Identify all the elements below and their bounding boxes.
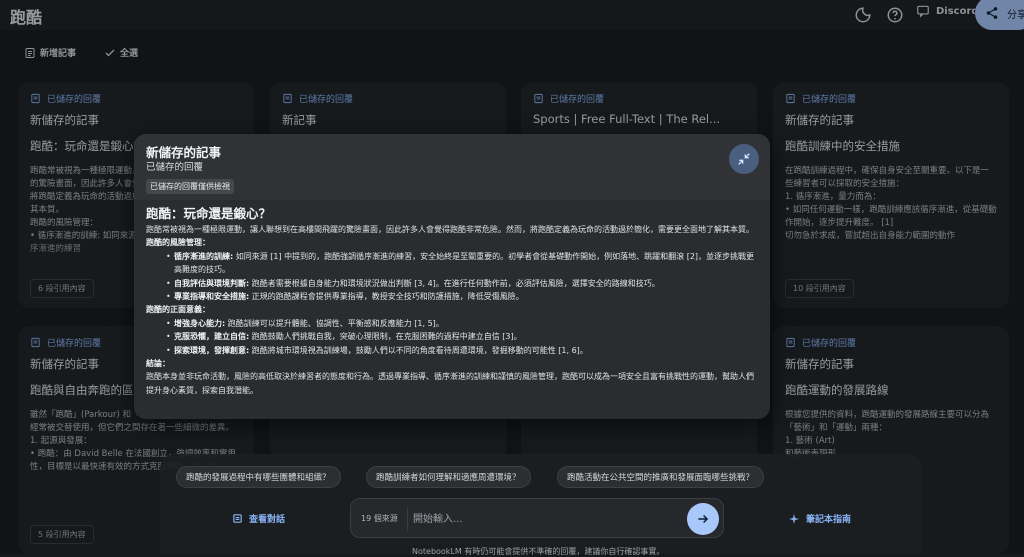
risk-section-heading: 跑酷的風險管理： [146, 238, 210, 248]
suggested-question[interactable]: 跑酷訓練者如何理解和適應周遭環境？ [366, 466, 531, 488]
note-viewer-modal: 新儲存的記事 已儲存的回覆 已儲存的回覆僅供檢視 跑酷：玩命還是鍛心？ 跑酷常被… [134, 134, 770, 419]
chat-input-box: 19 個來源 [350, 498, 724, 538]
view-chat-button[interactable]: 查看對話 [232, 512, 285, 525]
list-item: 探索環境，發揮創意: 跑酷將城市環境視為訓練場，鼓勵人們以不同的角度看待周遭環境… [146, 344, 758, 358]
collapse-button[interactable] [729, 144, 759, 174]
list-item: 專業指導和安全措施: 正規的跑酷課程會提供專業指導，教授安全技巧和防護措施，降低… [146, 290, 758, 304]
suggested-question[interactable]: 跑酷的發展過程中有哪些團體和組織？ [176, 466, 341, 488]
suggested-question[interactable]: 跑酷活動在公共空間的推廣和發展面臨哪些挑戰？ [557, 466, 765, 488]
collapse-icon [738, 153, 750, 165]
list-item: 循序漸進的訓練: 如同來源 [1] 中提到的，跑酷強調循序漸進的練習，安全始終是… [146, 250, 758, 277]
source-count: 19 個來源 [361, 514, 398, 523]
list-item: 克服恐懼，建立自信: 跑酷鼓勵人們挑戰自我，突破心理限制，在克服困難的過程中建立… [146, 330, 758, 344]
positive-list: 增強身心能力: 跑酷訓練可以提升體能、協調性、平衡感和反應能力 [1, 5]。 … [146, 317, 758, 358]
note-heading: 跑酷：玩命還是鍛心？ [146, 206, 272, 221]
conclusion-text: 跑酷本身並非玩命活動，風險的高低取決於練習者的態度和行為。透過專業指導、循序漸進… [146, 372, 754, 395]
send-button[interactable] [687, 503, 719, 535]
risk-list: 循序漸進的訓練: 如同來源 [1] 中提到的，跑酷強調循序漸進的練習，安全始終是… [146, 250, 758, 304]
modal-content: 跑酷：玩命還是鍛心？ 跑酷常被視為一種極限運動，讓人聯想到在高樓間飛躍的驚險畫面… [146, 206, 758, 397]
notebook-guide-label: 筆記本指南 [806, 515, 852, 525]
disclaimer-text: NotebookLM 有時仍可能會提供不準確的回覆，建議你自行確認事實。 [412, 547, 665, 556]
conclusion-heading: 結論： [146, 359, 170, 369]
modal-subtitle: 已儲存的回覆 [146, 162, 204, 173]
view-only-badge: 已儲存的回覆僅供檢視 [146, 179, 234, 194]
chat-input[interactable] [413, 509, 673, 529]
note-intro: 跑酷常被視為一種極限運動，讓人聯想到在高樓間飛躍的驚險畫面，因此許多人會覺得跑酷… [146, 225, 754, 234]
modal-header: 新儲存的記事 已儲存的回覆 已儲存的回覆僅供檢視 [134, 134, 770, 200]
divider [407, 507, 408, 531]
sparkle-icon [789, 513, 799, 524]
list-item: 自我評估與環境判斷: 跑酷者需要根據自身能力和環境狀況做出判斷 [3, 4]。在… [146, 277, 758, 291]
notebook-guide-button[interactable]: 筆記本指南 [788, 512, 851, 525]
list-item: 增強身心能力: 跑酷訓練可以提升體能、協調性、平衡感和反應能力 [1, 5]。 [146, 317, 758, 331]
arrow-right-icon [698, 514, 709, 524]
chat-list-icon [233, 514, 242, 523]
view-chat-label: 查看對話 [249, 515, 286, 525]
positive-section-heading: 跑酷的正面意義： [146, 305, 210, 315]
